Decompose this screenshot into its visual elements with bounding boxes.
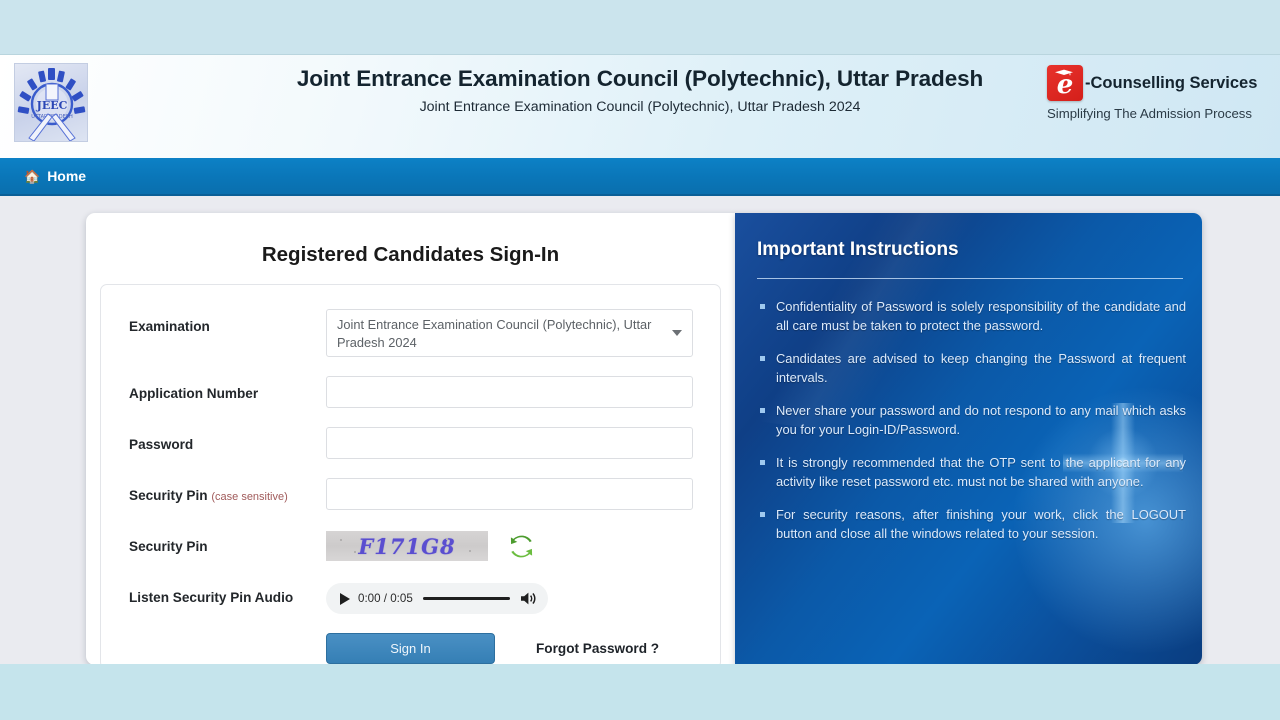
security-pin-label: Security Pin (case sensitive) xyxy=(129,478,326,506)
chevron-down-icon xyxy=(672,330,682,336)
page-subtitle: Joint Entrance Examination Council (Poly… xyxy=(419,99,861,115)
play-icon[interactable] xyxy=(340,592,350,605)
list-item: Confidentiality of Password is solely re… xyxy=(758,297,1186,335)
instructions-title: Important Instructions xyxy=(757,239,959,260)
examination-label: Examination xyxy=(129,319,210,334)
password-input[interactable] xyxy=(326,427,693,459)
security-pin-label-text: Security Pin xyxy=(129,488,208,503)
main-content: Registered Candidates Sign-In Examinatio… xyxy=(0,196,1280,664)
brand-name: -Counselling Services xyxy=(1085,73,1258,92)
forgot-password-link[interactable]: Forgot Password ? xyxy=(536,641,659,656)
form-actions: Sign In Forgot Password ? xyxy=(129,633,693,664)
list-item: Never share your password and do not res… xyxy=(758,401,1186,439)
ecounselling-badge-icon: e xyxy=(1047,65,1083,101)
examination-select-value: Joint Entrance Examination Council (Poly… xyxy=(337,317,652,350)
important-instructions-panel: Important Instructions Confidentiality o… xyxy=(735,213,1202,664)
home-icon: 🏠 xyxy=(24,168,41,184)
captcha-code: F171G8 xyxy=(358,533,456,559)
page-right-gutter xyxy=(1202,196,1280,664)
list-item: For security reasons, after finishing yo… xyxy=(758,505,1186,543)
instructions-divider xyxy=(757,278,1183,279)
nav-item-home-label: Home xyxy=(47,168,87,184)
application-number-label: Application Number xyxy=(129,386,259,401)
viewport-bottom-band xyxy=(0,664,1280,720)
security-pin-audio-player[interactable]: 0:00 / 0:05 xyxy=(326,583,548,614)
jeec-logo: JEEC UTTAR PRADESH xyxy=(14,63,88,142)
badge-letter: e xyxy=(1056,70,1074,100)
svg-text:JEEC: JEEC xyxy=(36,99,68,112)
list-item: Candidates are advised to keep changing … xyxy=(758,349,1186,387)
signin-form: Examination Joint Entrance Examination C… xyxy=(100,284,721,664)
application-number-row: Application Number xyxy=(129,376,693,408)
sign-in-button[interactable]: Sign In xyxy=(326,633,495,664)
header-title-block: Joint Entrance Examination Council (Poly… xyxy=(180,65,1100,115)
audio-time: 0:00 / 0:05 xyxy=(358,592,413,605)
captcha-label: Security Pin xyxy=(129,539,208,554)
captcha-row: Security Pin F171G8 xyxy=(129,529,693,561)
security-pin-input[interactable] xyxy=(326,478,693,510)
main-navbar: 🏠 Home xyxy=(0,158,1280,196)
volume-icon[interactable] xyxy=(520,591,537,606)
audio-label: Listen Security Pin Audio xyxy=(129,590,294,605)
list-item: It is strongly recommended that the OTP … xyxy=(758,453,1186,491)
security-pin-note: (case sensitive) xyxy=(211,491,288,503)
page-title: Joint Entrance Examination Council (Poly… xyxy=(296,66,984,91)
page-root: JEEC UTTAR PRADESH Joint Entrance Examin… xyxy=(0,55,1280,664)
brand-tagline: Simplifying The Admission Process xyxy=(1047,106,1252,121)
signin-title: Registered Candidates Sign-In xyxy=(261,243,560,266)
ecounselling-brand: e -Counselling Services Simplifying The … xyxy=(1047,65,1271,121)
viewport-top-band xyxy=(0,0,1280,55)
audio-progress-slider[interactable] xyxy=(422,597,510,600)
refresh-captcha-icon[interactable] xyxy=(508,533,535,560)
jeec-emblem-icon: JEEC UTTAR PRADESH xyxy=(17,68,86,141)
password-label: Password xyxy=(129,437,194,452)
password-row: Password xyxy=(129,427,693,459)
captcha-image: F171G8 xyxy=(326,531,488,561)
examination-row: Examination Joint Entrance Examination C… xyxy=(129,309,693,357)
signin-card: Registered Candidates Sign-In Examinatio… xyxy=(86,213,735,664)
examination-select[interactable]: Joint Entrance Examination Council (Poly… xyxy=(326,309,693,357)
nav-item-home[interactable]: 🏠 Home xyxy=(10,157,100,195)
application-number-input[interactable] xyxy=(326,376,693,408)
site-header: JEEC UTTAR PRADESH Joint Entrance Examin… xyxy=(0,55,1280,158)
security-pin-row: Security Pin (case sensitive) xyxy=(129,478,693,510)
audio-row: Listen Security Pin Audio 0:00 / 0:05 xyxy=(129,580,693,614)
instructions-list: Confidentiality of Password is solely re… xyxy=(754,297,1186,543)
